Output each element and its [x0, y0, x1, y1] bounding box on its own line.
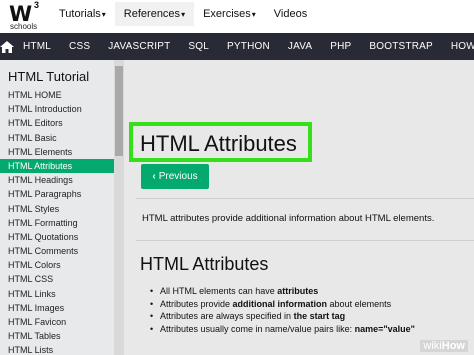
nav-html[interactable]: HTML [14, 33, 60, 60]
sidebar-item[interactable]: HTML Attributes [0, 158, 114, 174]
sidebar-item[interactable]: HTML Images [0, 301, 114, 315]
sidebar-item[interactable]: HTML Introduction [0, 102, 114, 116]
chevron-left-icon: ‹ [152, 171, 156, 182]
home-icon[interactable] [0, 33, 14, 60]
section-heading: HTML Attributes [140, 254, 269, 274]
previous-button[interactable]: ‹ Previous [141, 164, 209, 189]
topnav-references[interactable]: References▾ [114, 2, 195, 26]
sidebar-item[interactable]: HTML Basic [0, 131, 114, 145]
nav-how-to[interactable]: HOW TO [442, 33, 474, 79]
sidebar-item[interactable]: HTML Comments [0, 244, 114, 258]
w3schools-logo[interactable]: W 3 schools [6, 0, 46, 33]
sidebar-item[interactable]: HTML CSS [0, 272, 114, 286]
bullet-dot-icon: • [150, 311, 154, 322]
nav-java[interactable]: JAVA [279, 33, 321, 60]
bullet-item: • Attributes usually come in name/value p… [150, 323, 415, 334]
top-nav: Tutorials▾ References▾ Exercises▾ Videos [50, 0, 316, 28]
sidebar-item[interactable]: HTML Formatting [0, 216, 114, 230]
sidebar-item[interactable]: HTML Editors [0, 116, 114, 130]
nav-bootstrap[interactable]: BOOTSTRAP [360, 33, 441, 60]
sidebar: HTML Tutorial HTML HOME HTML Introduction… [0, 60, 124, 355]
sidebar-item[interactable]: HTML Tables [0, 329, 114, 343]
sidebar-scrollbar[interactable] [114, 60, 124, 355]
nav-javascript[interactable]: JAVASCRIPT [99, 33, 179, 60]
topnav-videos[interactable]: Videos [265, 2, 316, 26]
intro-text: HTML attributes provide additional infor… [142, 213, 435, 224]
bullet-dot-icon: • [150, 286, 154, 296]
page: W 3 schools Tutorials▾ References▾ Exerc… [0, 0, 474, 355]
scrollbar-thumb[interactable] [115, 66, 123, 156]
logo-sub: schools [10, 22, 38, 31]
nav-php[interactable]: PHP [321, 33, 360, 60]
sidebar-item[interactable]: HTML Paragraphs [0, 187, 114, 201]
wikihow-watermark: wikiHow [420, 340, 468, 352]
sidebar-list: HTML HOME HTML Introduction HTML Editors HT… [0, 88, 114, 355]
top-bar: W 3 schools Tutorials▾ References▾ Exerc… [0, 0, 474, 33]
divider [136, 240, 474, 241]
bullet-dot-icon: • [150, 298, 154, 309]
previous-label: Previous [158, 171, 198, 182]
topnav-tutorials[interactable]: Tutorials▾ [50, 2, 115, 26]
language-nav: HTML CSS JAVASCRIPT SQL PYTHON JAVA PHP … [0, 33, 474, 79]
sidebar-item[interactable]: HTML Links [0, 287, 114, 301]
nav-sql[interactable]: SQL [179, 33, 218, 60]
sidebar-item[interactable]: HTML Styles [0, 202, 114, 216]
sidebar-item[interactable]: HTML HOME [0, 88, 114, 102]
caret-down-icon: ▾ [181, 10, 186, 19]
nav-css[interactable]: CSS [60, 33, 99, 60]
sidebar-item[interactable]: HTML Elements [0, 145, 114, 159]
sidebar-item[interactable]: HTML Quotations [0, 230, 114, 244]
nav-python[interactable]: PYTHON [218, 33, 279, 60]
main-content: HTML Attributes ‹ Previous HTML attribute… [124, 60, 474, 355]
sidebar-item[interactable]: HTML Lists [0, 343, 114, 355]
sidebar-title: HTML Tutorial [8, 69, 90, 84]
caret-down-icon: ▾ [101, 10, 106, 19]
bullet-item: • All HTML elements can have attributes [150, 286, 319, 296]
bullet-item: • Attributes provide additional informati… [150, 298, 392, 309]
bullet-list: • All HTML elements can have attributes • A… [150, 285, 470, 335]
topnav-exercises[interactable]: Exercises▾ [194, 2, 265, 26]
divider [136, 198, 474, 199]
sidebar-item[interactable]: HTML Colors [0, 258, 114, 272]
sidebar-item[interactable]: HTML Headings [0, 173, 114, 187]
bullet-item: • Attributes are always specified in the … [150, 311, 346, 322]
caret-down-icon: ▾ [251, 10, 256, 19]
page-title: HTML Attributes [140, 131, 297, 156]
sidebar-item[interactable]: HTML Favicon [0, 315, 114, 329]
bullet-dot-icon: • [150, 323, 154, 334]
logo-sup: 3 [34, 0, 40, 10]
